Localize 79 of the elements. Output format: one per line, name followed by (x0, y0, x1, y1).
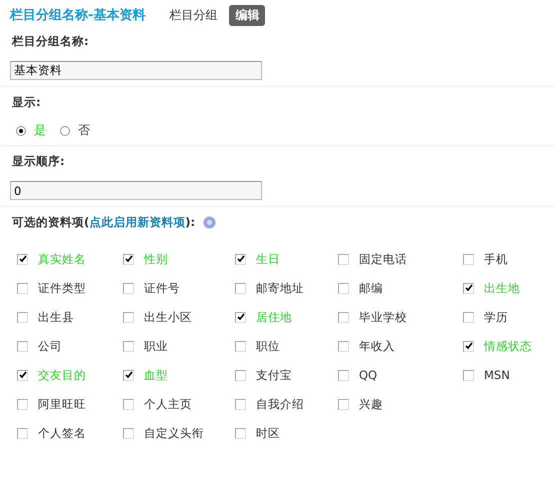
checkbox[interactable] (235, 428, 246, 438)
checkbox-label: 邮寄地址 (256, 280, 304, 296)
field-label: 显示顺序: (12, 154, 66, 169)
input-field[interactable]: 基本资料 (10, 61, 262, 80)
checkbox-label: 出生县 (38, 310, 74, 324)
checkbox[interactable] (123, 398, 134, 410)
tab[interactable]: 编辑 (229, 4, 266, 26)
checkbox-label: QQ (359, 368, 378, 382)
checkbox-label: 时区 (256, 426, 280, 440)
checkbox[interactable] (123, 370, 134, 380)
checkbox[interactable] (338, 282, 349, 294)
checkbox[interactable] (123, 254, 134, 264)
checkbox[interactable] (235, 254, 246, 264)
field-label: 显示: (12, 95, 42, 110)
tab[interactable]: 栏目分组 (163, 4, 224, 26)
field-label: 可选的资料项(点此启用新资料项): (12, 215, 196, 230)
checkbox[interactable] (338, 312, 349, 322)
checkbox[interactable] (235, 370, 246, 380)
checkbox-label: 血型 (144, 368, 168, 382)
help-icon[interactable] (203, 216, 216, 229)
checkbox[interactable] (338, 398, 349, 410)
checkbox[interactable] (463, 282, 474, 294)
field-label: 栏目分组名称: (12, 34, 90, 49)
checkbox[interactable] (235, 312, 246, 322)
radio-button[interactable] (16, 126, 26, 136)
checkbox[interactable] (17, 312, 28, 322)
checkbox[interactable] (17, 282, 28, 294)
checkbox[interactable] (338, 340, 349, 352)
checkbox[interactable] (338, 370, 349, 380)
checkbox[interactable] (17, 254, 28, 264)
checkbox[interactable] (463, 370, 474, 380)
checkbox-label: 真实姓名 (38, 252, 86, 266)
checkbox[interactable] (463, 254, 474, 264)
checkbox-label: 学历 (484, 310, 508, 324)
checkbox-label: 自定义头衔 (144, 426, 204, 440)
checkbox-label: 证件号 (144, 280, 180, 296)
checkbox-label: 交友目的 (38, 368, 86, 382)
checkbox[interactable] (235, 282, 246, 294)
checkbox-label: 个人主页 (144, 396, 192, 412)
checkbox[interactable] (123, 428, 134, 438)
checkbox[interactable] (17, 398, 28, 410)
checkbox-label: 固定电话 (359, 252, 407, 266)
option-label: 否 (78, 122, 90, 139)
checkbox-label: 阿里旺旺 (38, 396, 86, 412)
checkbox-label: 手机 (484, 252, 508, 266)
checkbox-label: 毕业学校 (359, 310, 407, 324)
checkbox-label: 自我介绍 (256, 396, 304, 412)
checkbox-label: 职业 (144, 338, 168, 354)
option-label: 是 (34, 122, 46, 139)
radio-button[interactable] (60, 126, 70, 136)
checkbox[interactable] (17, 340, 28, 352)
checkbox-label: 出生小区 (144, 310, 192, 324)
checkbox-label: MSN (484, 368, 510, 382)
checkbox[interactable] (123, 340, 134, 352)
checkbox-label: 居住地 (256, 310, 292, 324)
checkbox[interactable] (338, 254, 349, 264)
checkbox-label: 兴趣 (359, 396, 383, 412)
checkbox[interactable] (123, 312, 134, 322)
checkbox[interactable] (17, 428, 28, 438)
checkbox-label: 职位 (256, 338, 280, 354)
checkbox[interactable] (123, 282, 134, 294)
checkbox-label: 情感状态 (484, 338, 532, 354)
checkbox-label: 证件类型 (38, 280, 86, 296)
checkbox[interactable] (463, 340, 474, 352)
checkbox-label: 性别 (144, 252, 168, 266)
checkbox[interactable] (463, 312, 474, 322)
checkbox-label: 邮编 (359, 280, 383, 296)
enable-link[interactable]: 点此启用新资料项 (89, 215, 186, 229)
checkbox-label: 生日 (256, 252, 280, 266)
checkbox[interactable] (235, 398, 246, 410)
input-field[interactable]: 0 (10, 181, 262, 200)
checkbox-label: 支付宝 (256, 368, 292, 382)
checkbox-label: 年收入 (359, 338, 395, 354)
checkbox-label: 出生地 (484, 280, 520, 296)
checkbox[interactable] (235, 340, 246, 352)
checkbox[interactable] (17, 370, 28, 380)
checkbox-label: 公司 (38, 338, 62, 354)
page-title: 栏目分组名称-基本资料 (10, 7, 146, 24)
checkbox-label: 个人签名 (38, 426, 86, 440)
